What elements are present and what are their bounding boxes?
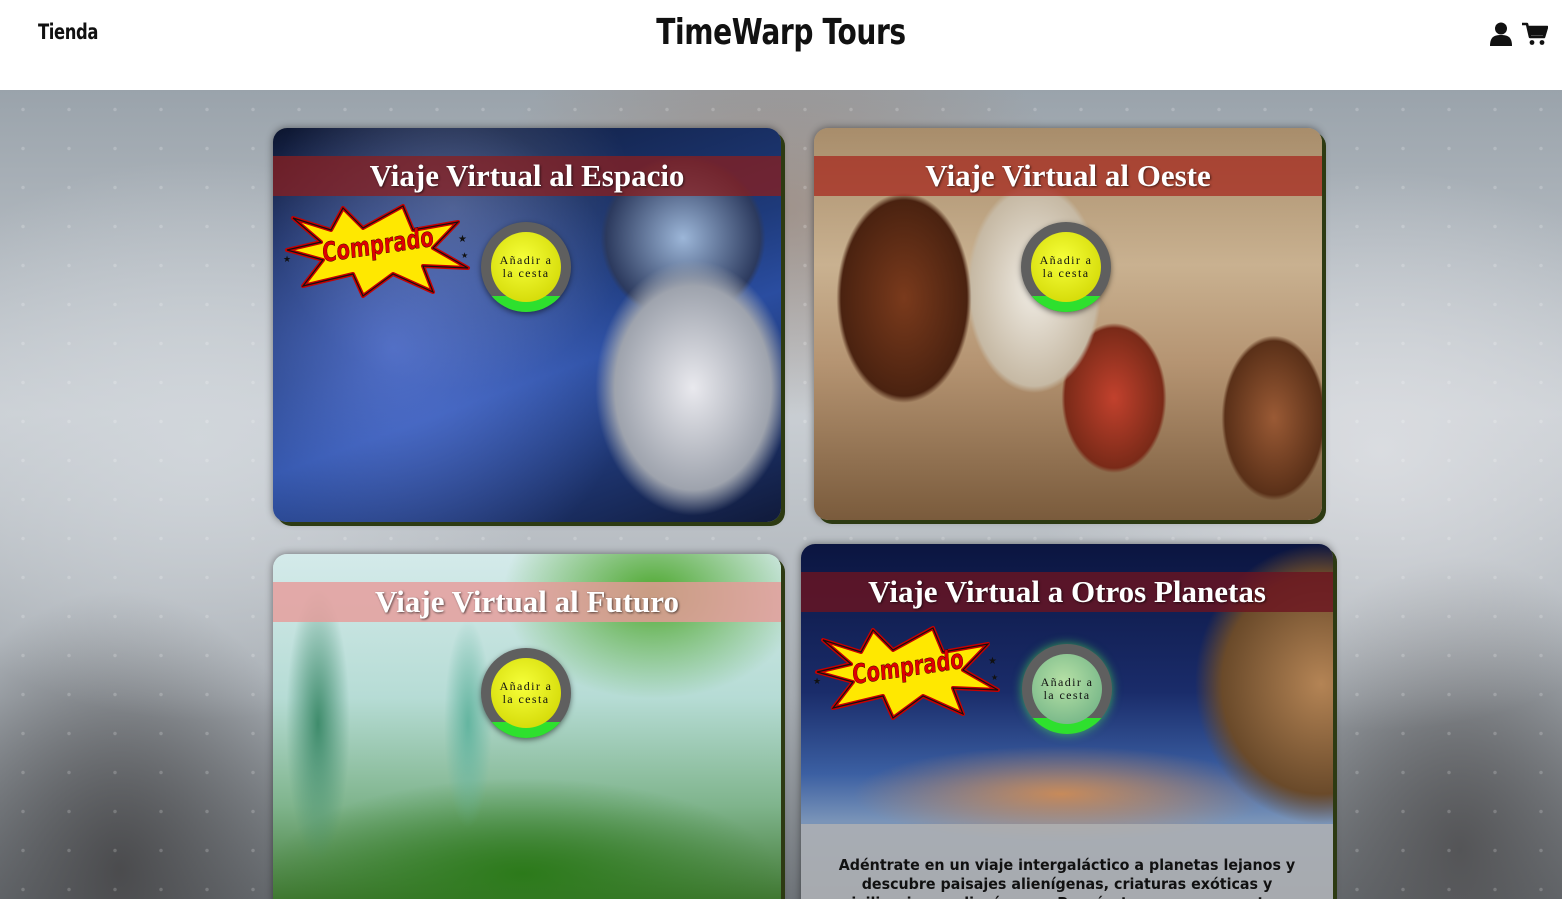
add-to-cart-button[interactable]: Añadir a la cesta	[1022, 644, 1112, 734]
product-title: Viaje Virtual al Espacio	[369, 158, 685, 193]
cart-icon[interactable]	[1522, 22, 1548, 46]
add-to-cart-label: Añadir a la cesta	[1039, 253, 1093, 280]
svg-text:★: ★	[988, 656, 997, 667]
product-card-otros-planetas[interactable]: Viaje Virtual a Otros Planetas ★ ★ ★ Compr…	[801, 544, 1333, 899]
product-description-text: Adéntrate en un viaje intergaláctico a p…	[838, 856, 1296, 899]
product-card-espacio[interactable]: Viaje Virtual al Espacio ★ ★ ★ Comprado Añ…	[273, 128, 781, 522]
svg-text:★: ★	[991, 673, 998, 682]
add-to-cart-label: Añadir a la cesta	[1040, 675, 1094, 702]
nav-link-tienda[interactable]: Tienda	[38, 20, 98, 44]
products-background: Viaje Virtual al Espacio ★ ★ ★ Comprado Añ…	[0, 90, 1562, 899]
product-title-band: Viaje Virtual al Espacio	[273, 156, 781, 196]
product-description: Adéntrate en un viaje intergaláctico a p…	[801, 824, 1333, 899]
add-to-cart-label: Añadir a la cesta	[499, 253, 553, 280]
product-title: Viaje Virtual al Futuro	[375, 584, 679, 619]
purchased-badge: ★ ★ ★ Comprado	[283, 200, 473, 300]
product-title-band: Viaje Virtual al Oeste	[814, 156, 1322, 196]
add-to-cart-button[interactable]: Añadir a la cesta	[481, 648, 571, 738]
product-card-oeste[interactable]: Viaje Virtual al Oeste Añadir a la cesta	[814, 128, 1322, 520]
product-title-band: Viaje Virtual a Otros Planetas	[801, 572, 1333, 612]
add-to-cart-button[interactable]: Añadir a la cesta	[481, 222, 571, 312]
purchased-badge: ★ ★ ★ Comprado	[813, 622, 1003, 722]
svg-text:★: ★	[813, 676, 821, 686]
add-to-cart-button[interactable]: Añadir a la cesta	[1021, 222, 1111, 312]
svg-text:★: ★	[458, 234, 467, 245]
product-card-futuro[interactable]: Viaje Virtual al Futuro Añadir a la cest…	[273, 554, 781, 899]
header-actions	[1490, 22, 1548, 46]
user-icon[interactable]	[1490, 22, 1512, 46]
brand-title[interactable]: TimeWarp Tours	[172, 12, 1390, 53]
svg-text:★: ★	[283, 254, 291, 264]
product-title-band: Viaje Virtual al Futuro	[273, 582, 781, 622]
product-title: Viaje Virtual al Oeste	[925, 158, 1211, 193]
product-title: Viaje Virtual a Otros Planetas	[868, 574, 1266, 609]
svg-text:★: ★	[461, 251, 468, 260]
top-nav-bar: Tienda TimeWarp Tours	[0, 0, 1562, 90]
add-to-cart-label: Añadir a la cesta	[499, 679, 553, 706]
